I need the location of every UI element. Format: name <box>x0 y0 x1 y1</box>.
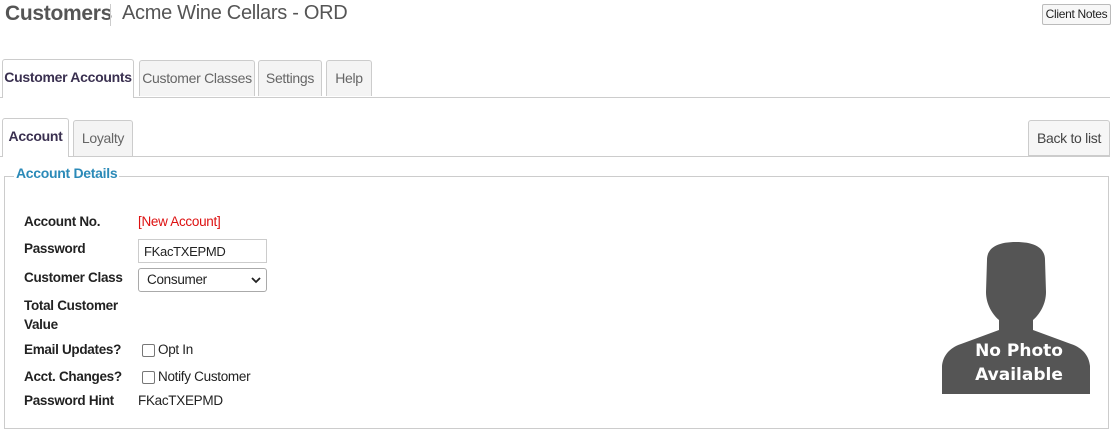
no-photo-line2: Available <box>975 365 1063 385</box>
page-title: Customers <box>5 2 112 25</box>
customer-class-selected: Consumer <box>147 272 207 287</box>
chevron-down-icon <box>251 269 261 299</box>
back-to-list-button[interactable]: Back to list <box>1028 120 1110 156</box>
opt-in-label: Opt In <box>158 342 193 357</box>
customer-class-select[interactable]: Consumer <box>138 268 267 292</box>
notify-customer-label: Notify Customer <box>158 369 251 384</box>
account-no-label: Account No. <box>24 214 101 229</box>
password-hint-value: FKacTXEPMD <box>138 393 223 408</box>
password-hint-label: Password Hint <box>24 393 114 408</box>
no-photo-line1: No Photo <box>975 341 1063 361</box>
account-details-legend: Account Details <box>14 165 120 181</box>
acct-changes-label: Acct. Changes? <box>24 369 122 384</box>
customer-class-label: Customer Class <box>24 270 123 285</box>
client-notes-button[interactable]: Client Notes <box>1042 4 1111 25</box>
tab-customer-accounts[interactable]: Customer Accounts <box>2 59 134 98</box>
header-divider <box>110 4 111 26</box>
subtab-account[interactable]: Account <box>2 118 69 157</box>
subtab-bar-divider <box>0 156 1110 157</box>
tab-settings[interactable]: Settings <box>258 60 322 96</box>
tab-help[interactable]: Help <box>326 60 372 96</box>
no-photo-placeholder: No Photo Available <box>941 242 1091 394</box>
email-updates-label: Email Updates? <box>24 342 122 357</box>
tab-bar-divider <box>0 97 1110 98</box>
subtab-loyalty[interactable]: Loyalty <box>73 120 133 156</box>
opt-in-checkbox[interactable] <box>142 344 155 357</box>
notify-customer-checkbox[interactable] <box>142 371 155 384</box>
tab-customer-classes[interactable]: Customer Classes <box>139 60 255 96</box>
password-field[interactable] <box>138 239 267 263</box>
account-no-value: [New Account] <box>138 214 221 229</box>
total-customer-value-label: Total Customer Value <box>24 298 118 332</box>
client-name: Acme Wine Cellars - ORD <box>122 2 348 24</box>
password-label: Password <box>24 241 86 256</box>
